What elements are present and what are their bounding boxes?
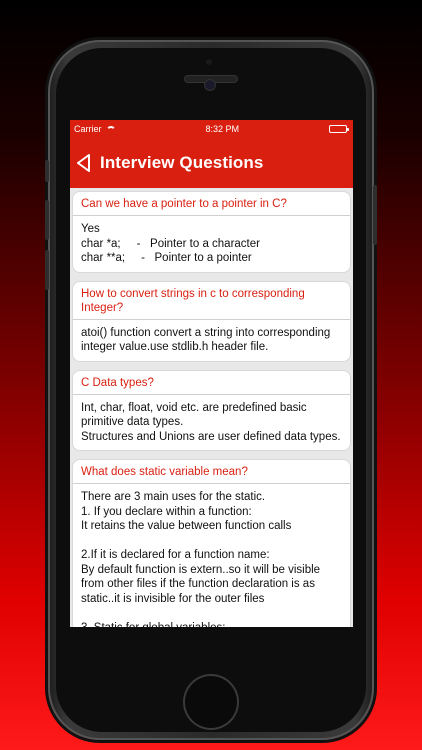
page-title: Interview Questions xyxy=(100,153,264,172)
carrier-label: Carrier xyxy=(74,124,102,134)
battery-icon xyxy=(328,125,349,133)
question-list[interactable]: Can we have a pointer to a pointer in C?… xyxy=(70,188,353,627)
answer-text: There are 3 main uses for the static. 1.… xyxy=(81,491,321,627)
back-chevron-icon[interactable] xyxy=(76,154,92,172)
volume-up-button xyxy=(45,200,49,240)
question-card[interactable]: Can we have a pointer to a pointer in C?… xyxy=(72,191,351,273)
answer-text: Yes char *a; - Pointer to a character ch… xyxy=(81,223,260,264)
nav-bar: Interview Questions xyxy=(70,138,353,188)
power-button xyxy=(373,185,377,245)
status-bar: Carrier 8:32 PM xyxy=(70,120,353,138)
proximity-sensor xyxy=(206,59,212,65)
app-screen: Carrier 8:32 PM Interview Questions Can … xyxy=(70,120,353,627)
question-text: What does static variable mean? xyxy=(73,460,350,484)
volume-down-button xyxy=(45,250,49,290)
status-time: 8:32 PM xyxy=(205,124,240,134)
answer-text: atoi() function convert a string into co… xyxy=(81,326,334,354)
question-text: How to convert strings in c to correspon… xyxy=(73,282,350,320)
front-camera xyxy=(205,80,215,90)
question-text: C Data types? xyxy=(73,371,350,395)
question-text: Can we have a pointer to a pointer in C? xyxy=(73,192,350,216)
mute-switch xyxy=(45,160,49,182)
home-button[interactable] xyxy=(185,676,237,728)
question-card[interactable]: What does static variable mean? There ar… xyxy=(72,459,351,627)
answer-text: Int, char, float, void etc. are predefin… xyxy=(81,401,341,443)
wifi-icon xyxy=(105,125,116,133)
question-card[interactable]: How to convert strings in c to correspon… xyxy=(72,280,351,362)
question-card[interactable]: C Data types? Int, char, float, void etc… xyxy=(72,369,351,451)
